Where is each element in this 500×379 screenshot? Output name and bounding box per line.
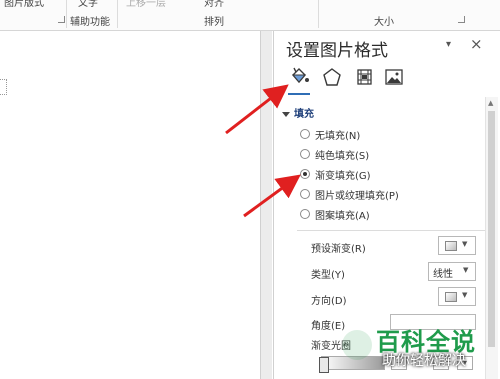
- alt-text-button[interactable]: 文字: [78, 0, 98, 9]
- gradient-stop-handle[interactable]: [319, 357, 329, 373]
- ribbon-group-label-accessibility: 辅助功能: [70, 17, 110, 28]
- dialog-launcher-icon[interactable]: [58, 16, 65, 23]
- chevron-down-icon: ▼: [463, 266, 469, 274]
- page-margin-marker: [0, 79, 7, 95]
- watermark: 百科全说 助你轻松解决: [340, 320, 500, 379]
- ribbon-group-accessibility: 文字 辅助功能: [68, 0, 116, 30]
- type-dropdown[interactable]: 线性 ▼: [428, 262, 476, 281]
- type-value: 线性: [433, 269, 453, 280]
- chevron-down-icon: ▼: [462, 291, 468, 299]
- section-divider: [297, 230, 485, 231]
- document-area: [0, 31, 272, 379]
- scroll-up-icon[interactable]: ▲: [488, 99, 493, 107]
- watermark-logo-icon: [342, 330, 372, 360]
- preset-gradient-label: 预设渐变(R): [311, 244, 366, 255]
- direction-dropdown[interactable]: ▼: [438, 287, 476, 306]
- preset-gradient-dropdown[interactable]: ▼: [438, 236, 476, 255]
- direction-label: 方向(D): [311, 296, 347, 307]
- gradient-swatch: [445, 241, 457, 251]
- ribbon-separator: [66, 0, 67, 28]
- chevron-down-icon: ▼: [462, 240, 468, 248]
- ribbon-group-label-arrange: 排列: [204, 17, 224, 28]
- document-page[interactable]: [0, 31, 261, 379]
- direction-swatch: [445, 292, 457, 302]
- picture-layout-button[interactable]: 图片版式: [4, 0, 44, 9]
- watermark-subtitle: 助你轻松解决: [382, 353, 466, 369]
- bring-forward-button[interactable]: 上移一层: [126, 0, 166, 9]
- align-button[interactable]: 对齐: [204, 0, 224, 9]
- type-label: 类型(Y): [311, 270, 345, 281]
- scroll-thumb[interactable]: [488, 111, 495, 347]
- ribbon-group-picture-layout: 图片版式: [0, 0, 72, 30]
